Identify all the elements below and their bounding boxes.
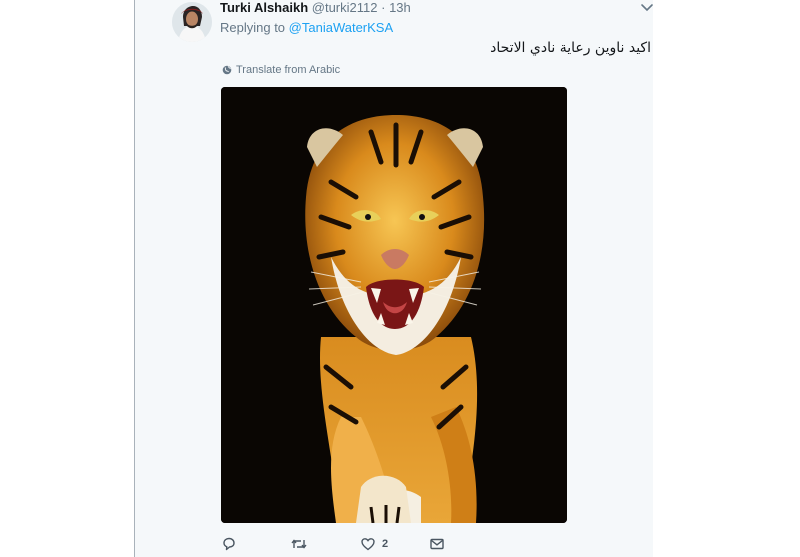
author-name[interactable]: Turki Alshaikh	[220, 0, 308, 15]
avatar[interactable]	[172, 2, 212, 42]
tweet-card[interactable]: Turki Alshaikh @turki2112 · 13h Replying…	[134, 0, 653, 557]
like-count: 2	[382, 538, 389, 550]
direct-message-button[interactable]	[429, 536, 445, 552]
heart-icon	[361, 538, 375, 551]
like-button[interactable]: 2	[360, 536, 388, 552]
reply-button[interactable]	[221, 536, 237, 552]
tweet-actions: 2	[221, 536, 581, 554]
tweet-timestamp[interactable]: 13h	[389, 0, 411, 15]
retweet-icon	[291, 539, 307, 549]
tweet-media-image[interactable]	[221, 87, 567, 523]
retweet-button[interactable]	[290, 536, 308, 552]
separator-dot: ·	[381, 0, 386, 15]
envelope-icon	[430, 538, 444, 550]
replying-to-line: Replying to @TaniaWaterKSA	[220, 20, 393, 36]
avatar-image	[172, 2, 212, 42]
tweet-text: اكيد ناوين رعاية نادي الاتحاد	[490, 40, 651, 56]
reply-icon	[223, 537, 235, 551]
reply-mention-link[interactable]: @TaniaWaterKSA	[289, 20, 393, 35]
chevron-down-icon[interactable]	[640, 0, 654, 14]
tweet-header: Turki Alshaikh @turki2112 · 13h	[220, 0, 411, 16]
globe-icon	[222, 65, 232, 75]
translate-label: Translate from Arabic	[236, 64, 341, 76]
replying-to-label: Replying to	[220, 20, 286, 35]
author-handle[interactable]: @turki2112	[312, 0, 378, 15]
tiger-image	[221, 87, 567, 523]
translate-button[interactable]: Translate from Arabic	[222, 64, 340, 76]
